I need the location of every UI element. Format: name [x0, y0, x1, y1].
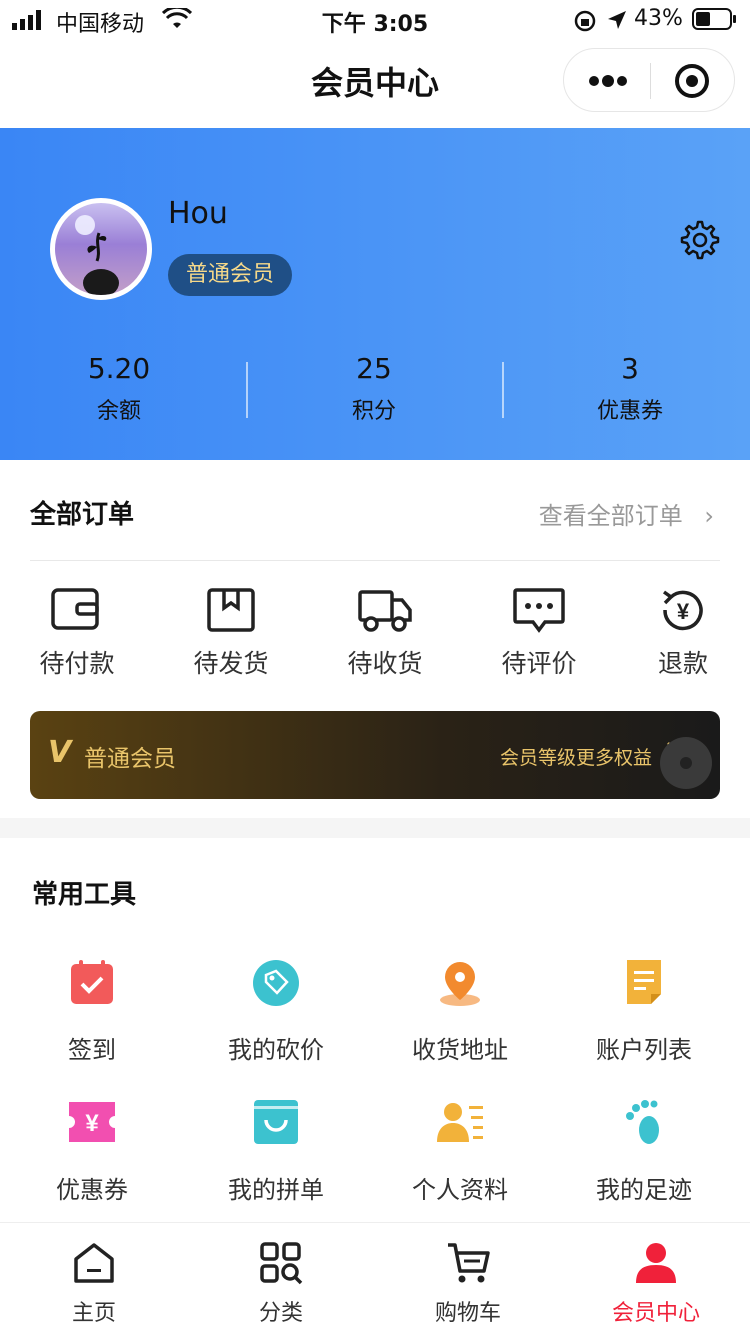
vip-level-name: 普通会员: [84, 746, 176, 772]
mini-program-capsule: [563, 48, 735, 112]
tool-account-list[interactable]: 账户列表: [552, 958, 736, 1065]
stat-value: 25: [356, 352, 392, 385]
profile-card-icon: [437, 1103, 483, 1142]
tab-home[interactable]: 主页: [0, 1241, 188, 1327]
tool-address[interactable]: 收货地址: [368, 958, 552, 1065]
svg-text:¥: ¥: [677, 599, 690, 624]
tool-profile[interactable]: 个人资料: [368, 1098, 552, 1205]
see-all-label: 查看全部订单: [538, 502, 683, 530]
tab-label: 购物车: [434, 1301, 501, 1326]
see-all-orders-link[interactable]: 查看全部订单 ›: [539, 496, 714, 531]
settings-gear-icon[interactable]: [676, 216, 724, 264]
bottom-tab-bar: 主页 分类 购物车 会员中心: [0, 1222, 750, 1334]
calendar-check-icon: [71, 960, 113, 1004]
chevron-right-icon: ›: [704, 502, 714, 530]
username: Hou: [168, 196, 228, 231]
document-icon: [627, 960, 661, 1004]
stat-balance[interactable]: 5.20 余额: [0, 352, 244, 425]
stat-points[interactable]: 25 积分: [249, 352, 499, 425]
tool-label: 签到: [68, 1036, 116, 1064]
battery-percent: 43%: [634, 6, 683, 31]
stat-value: 5.20: [87, 352, 151, 385]
stat-label: 余额: [96, 399, 141, 424]
vip-v-icon: V: [48, 735, 72, 770]
order-label: 待收货: [347, 649, 423, 678]
tool-label: 我的砍价: [228, 1036, 324, 1064]
tool-label: 账户列表: [596, 1036, 692, 1064]
order-label: 待发货: [193, 649, 269, 678]
avatar[interactable]: [50, 198, 152, 300]
stat-divider: [246, 362, 248, 418]
rotation-lock-icon: [574, 10, 596, 32]
tool-footprint[interactable]: 我的足迹: [552, 1098, 736, 1205]
stat-coupons[interactable]: 3 优惠券: [505, 352, 750, 425]
location-arrow-icon: [608, 11, 626, 29]
order-refund[interactable]: ¥ 退款: [623, 586, 743, 680]
stat-divider: [502, 362, 504, 418]
tool-label: 优惠券: [56, 1176, 128, 1204]
tool-label: 我的足迹: [596, 1176, 692, 1204]
order-label: 退款: [657, 649, 708, 678]
tool-group-buy[interactable]: 我的拼单: [184, 1098, 368, 1205]
category-icon: [260, 1242, 303, 1285]
tool-coupons[interactable]: ¥ 优惠券: [0, 1098, 184, 1205]
tab-label: 会员中心: [611, 1301, 700, 1326]
box-icon: [207, 588, 255, 632]
tab-category[interactable]: 分类: [187, 1241, 375, 1327]
home-icon: [74, 1243, 114, 1283]
member-level-badge: 普通会员: [168, 254, 293, 296]
order-pending-receipt[interactable]: 待收货: [325, 586, 445, 680]
orders-section-title: 全部订单: [30, 500, 135, 530]
order-label: 待付款: [39, 649, 115, 678]
truck-icon: [358, 590, 412, 632]
status-bar: 中国移动 下午 3:05 43%: [0, 0, 750, 40]
vip-more-benefits: 会员等级更多权益: [499, 747, 652, 769]
tab-member-center[interactable]: 会员中心: [562, 1241, 750, 1327]
tab-cart[interactable]: 购物车: [374, 1241, 562, 1327]
price-tag-icon: [253, 960, 299, 1006]
chat-icon: [513, 588, 565, 633]
tool-label: 个人资料: [412, 1176, 508, 1204]
gear-watermark-icon: [660, 737, 712, 789]
vip-banner[interactable]: V 普通会员 会员等级更多权益: [30, 711, 720, 799]
capsule-divider: [650, 63, 651, 99]
close-target-icon[interactable]: [674, 63, 710, 99]
order-pending-review[interactable]: 待评价: [479, 586, 599, 680]
footprint-icon: [626, 1100, 659, 1144]
stat-value: 3: [621, 352, 639, 385]
refund-icon: ¥: [662, 590, 703, 631]
order-pending-payment[interactable]: 待付款: [17, 586, 137, 680]
tab-label: 主页: [71, 1301, 116, 1326]
tool-label: 收货地址: [412, 1036, 508, 1064]
divider: [30, 560, 720, 561]
more-icon[interactable]: [588, 73, 628, 89]
profile-header: Hou 普通会员 5.20 余额 25 积分 3 优惠券: [0, 128, 750, 460]
shopping-bag-icon: [254, 1100, 298, 1144]
tools-section-title: 常用工具: [32, 880, 137, 910]
battery-icon: [692, 8, 736, 30]
stat-label: 优惠券: [596, 399, 663, 424]
svg-text:¥: ¥: [85, 1110, 99, 1137]
tool-label: 我的拼单: [228, 1176, 324, 1204]
order-pending-shipment[interactable]: 待发货: [171, 586, 291, 680]
tool-sign-in[interactable]: 签到: [0, 958, 184, 1065]
location-pin-icon: [440, 962, 480, 1006]
cart-icon: [448, 1243, 490, 1283]
coupon-icon: ¥: [69, 1102, 115, 1142]
tab-label: 分类: [258, 1301, 303, 1326]
wallet-icon: [51, 588, 99, 630]
stat-label: 积分: [351, 399, 396, 424]
tool-bargain[interactable]: 我的砍价: [184, 958, 368, 1065]
order-label: 待评价: [501, 649, 577, 678]
member-icon: [636, 1243, 676, 1283]
section-gap: [0, 818, 750, 838]
